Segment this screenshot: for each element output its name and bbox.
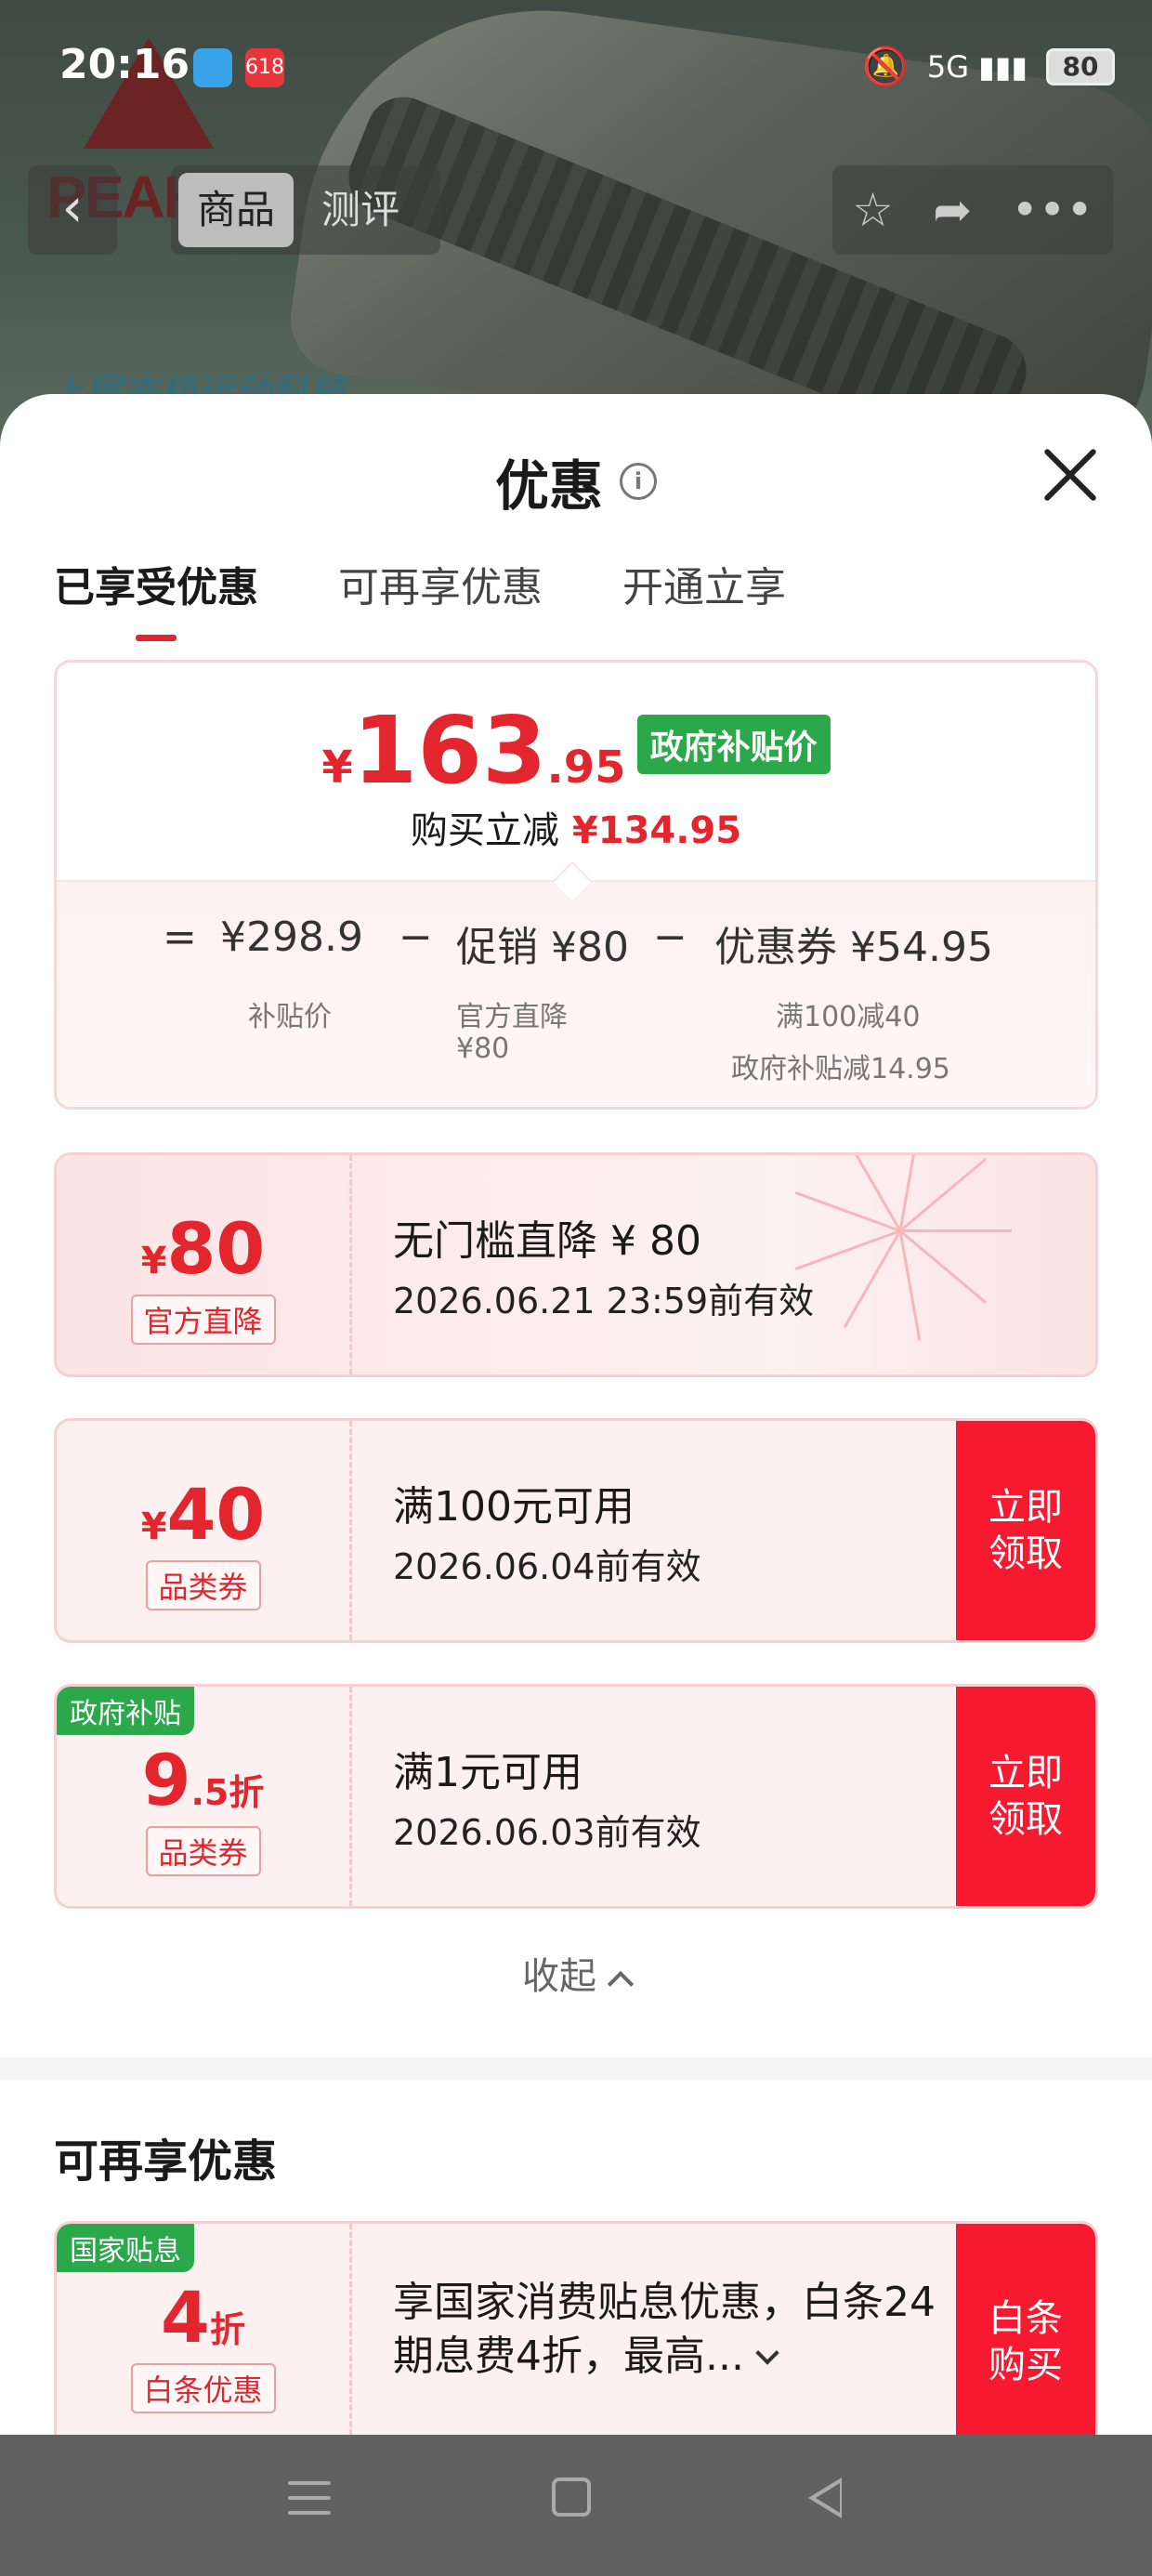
section-divider — [0, 2057, 1152, 2080]
product-nav-tabs: 商品 测评 — [171, 165, 440, 255]
promo-label: 官方直降 — [456, 1001, 568, 1033]
coupon-title: 满1元可用 — [393, 1749, 583, 1796]
tab-activate-discounts[interactable]: 开通立享 — [622, 554, 786, 641]
chevron-left-icon: ‹ — [61, 176, 84, 239]
star-icon[interactable]: ☆ — [852, 183, 894, 237]
mute-bell-icon: 🔕 — [862, 46, 909, 88]
home-icon[interactable] — [552, 2477, 591, 2517]
telegram-app-icon — [193, 48, 232, 87]
section-more-discounts-title: 可再享优惠 — [54, 2136, 278, 2188]
gov-subsidy-badge: 政府补贴价 — [636, 715, 831, 774]
coupon-title: 满100元可用 — [393, 1483, 635, 1531]
price-breakdown: = ¥298.9 补贴价 − 促销 ¥80 官方直降 ¥80 − 优惠券 ¥54… — [163, 913, 993, 1085]
claim-coupon-button[interactable]: 立即 领取 — [956, 1687, 1095, 1906]
coupon-label-gov: 政府补贴减14.95 — [731, 1053, 950, 1085]
back-triangle-icon[interactable] — [808, 2477, 842, 2518]
chevron-up-icon — [607, 1970, 635, 1998]
coupon-validity: 2026.06.04前有效 — [393, 1546, 701, 1587]
final-price: ¥163.95 政府补贴价 — [57, 696, 1095, 805]
coupon-title: 无门槛直降 ¥ 80 — [393, 1217, 701, 1265]
product-nav-bar: ‹ 商品 测评 ☆ ➦ ••• — [0, 165, 1152, 258]
more-icon[interactable]: ••• — [1011, 183, 1093, 237]
coupon-validity: 2026.06.21 23:59前有效 — [393, 1281, 815, 1321]
chevron-down-icon — [755, 2341, 779, 2365]
tab-more-discounts[interactable]: 可再享优惠 — [338, 554, 543, 641]
coupon-tag: 品类券 — [145, 1560, 261, 1610]
coupon-gov-discount: 政府补贴 9.5折 品类券 满1元可用 2026.06.03前有效 立即 领取 — [54, 1684, 1098, 1909]
coupon-tag: 官方直降 — [130, 1295, 276, 1345]
coupon-official-cut: ¥80 官方直降 无门槛直降 ¥ 80 2026.06.21 23:59前有效 — [54, 1152, 1098, 1377]
battery-icon: 80 — [1046, 47, 1115, 85]
sheet-title: 优惠 i — [0, 442, 1152, 520]
close-icon[interactable] — [1041, 446, 1100, 506]
baitiao-buy-button[interactable]: 白条 购买 — [956, 2224, 1095, 2435]
info-icon[interactable]: i — [620, 463, 657, 500]
base-price: ¥298.9 — [220, 913, 363, 961]
menu-icon[interactable] — [288, 2477, 331, 2520]
coupon-tag: 白条优惠 — [130, 2363, 276, 2413]
price-cut: 购买立减 ¥134.95 — [410, 809, 742, 852]
promo-amount: 促销 ¥80 — [456, 924, 629, 971]
coupon-value: ¥40 — [140, 1473, 266, 1556]
coupon-value: ¥80 — [140, 1207, 266, 1290]
coupon-validity: 2026.06.03前有效 — [393, 1812, 701, 1853]
collapse-button[interactable]: 收起 — [0, 1946, 1152, 2000]
promo-label-amount: ¥80 — [456, 1032, 510, 1065]
status-bar: 20:16 618 🔕 5G ▮▮▮ 80 — [0, 0, 1152, 139]
discount-sheet: 优惠 i 已享受优惠 可再享优惠 开通立享 ¥163.95 政府补贴价 购买立减 ¥1… — [0, 394, 1152, 2435]
tab-product[interactable]: 商品 — [178, 173, 295, 247]
claim-coupon-button[interactable]: 立即 领取 — [956, 1421, 1095, 1640]
tab-enjoyed-discounts[interactable]: 已享受优惠 — [54, 554, 258, 641]
tab-review[interactable]: 测评 — [303, 173, 418, 247]
coupon-value: 4折 — [161, 2276, 245, 2359]
share-icon[interactable]: ➦ — [933, 183, 972, 237]
coupon-baitiao-interest: 国家贴息 4折 白条优惠 享国家消费贴息优惠，白条24期息费4折，最高... 白… — [54, 2221, 1098, 2435]
back-button[interactable]: ‹ — [28, 165, 117, 255]
coupon-amount: 优惠券 ¥54.95 — [714, 924, 993, 971]
coupon-title[interactable]: 享国家消费贴息优惠，白条24期息费4折，最高... — [393, 2276, 937, 2384]
price-summary: ¥163.95 政府补贴价 购买立减 ¥134.95 = ¥298.9 补贴价 − … — [54, 660, 1098, 1110]
coupon-label: 满100减40 — [776, 1001, 921, 1033]
signal-icon: 5G ▮▮▮ — [926, 48, 1028, 85]
coupon-value: 9.5折 — [141, 1739, 265, 1821]
base-price-label: 补贴价 — [248, 1001, 332, 1033]
product-actions: ☆ ➦ ••• — [832, 165, 1113, 255]
shopping-app-icon: 618 — [245, 48, 284, 87]
coupon-tag: 品类券 — [145, 1826, 261, 1876]
status-time: 20:16 — [59, 41, 190, 88]
system-nav-bar — [0, 2435, 1152, 2576]
discount-tabs: 已享受优惠 可再享优惠 开通立享 — [54, 554, 786, 641]
coupon-category-40: ¥40 品类券 满100元可用 2026.06.04前有效 立即 领取 — [54, 1418, 1098, 1643]
